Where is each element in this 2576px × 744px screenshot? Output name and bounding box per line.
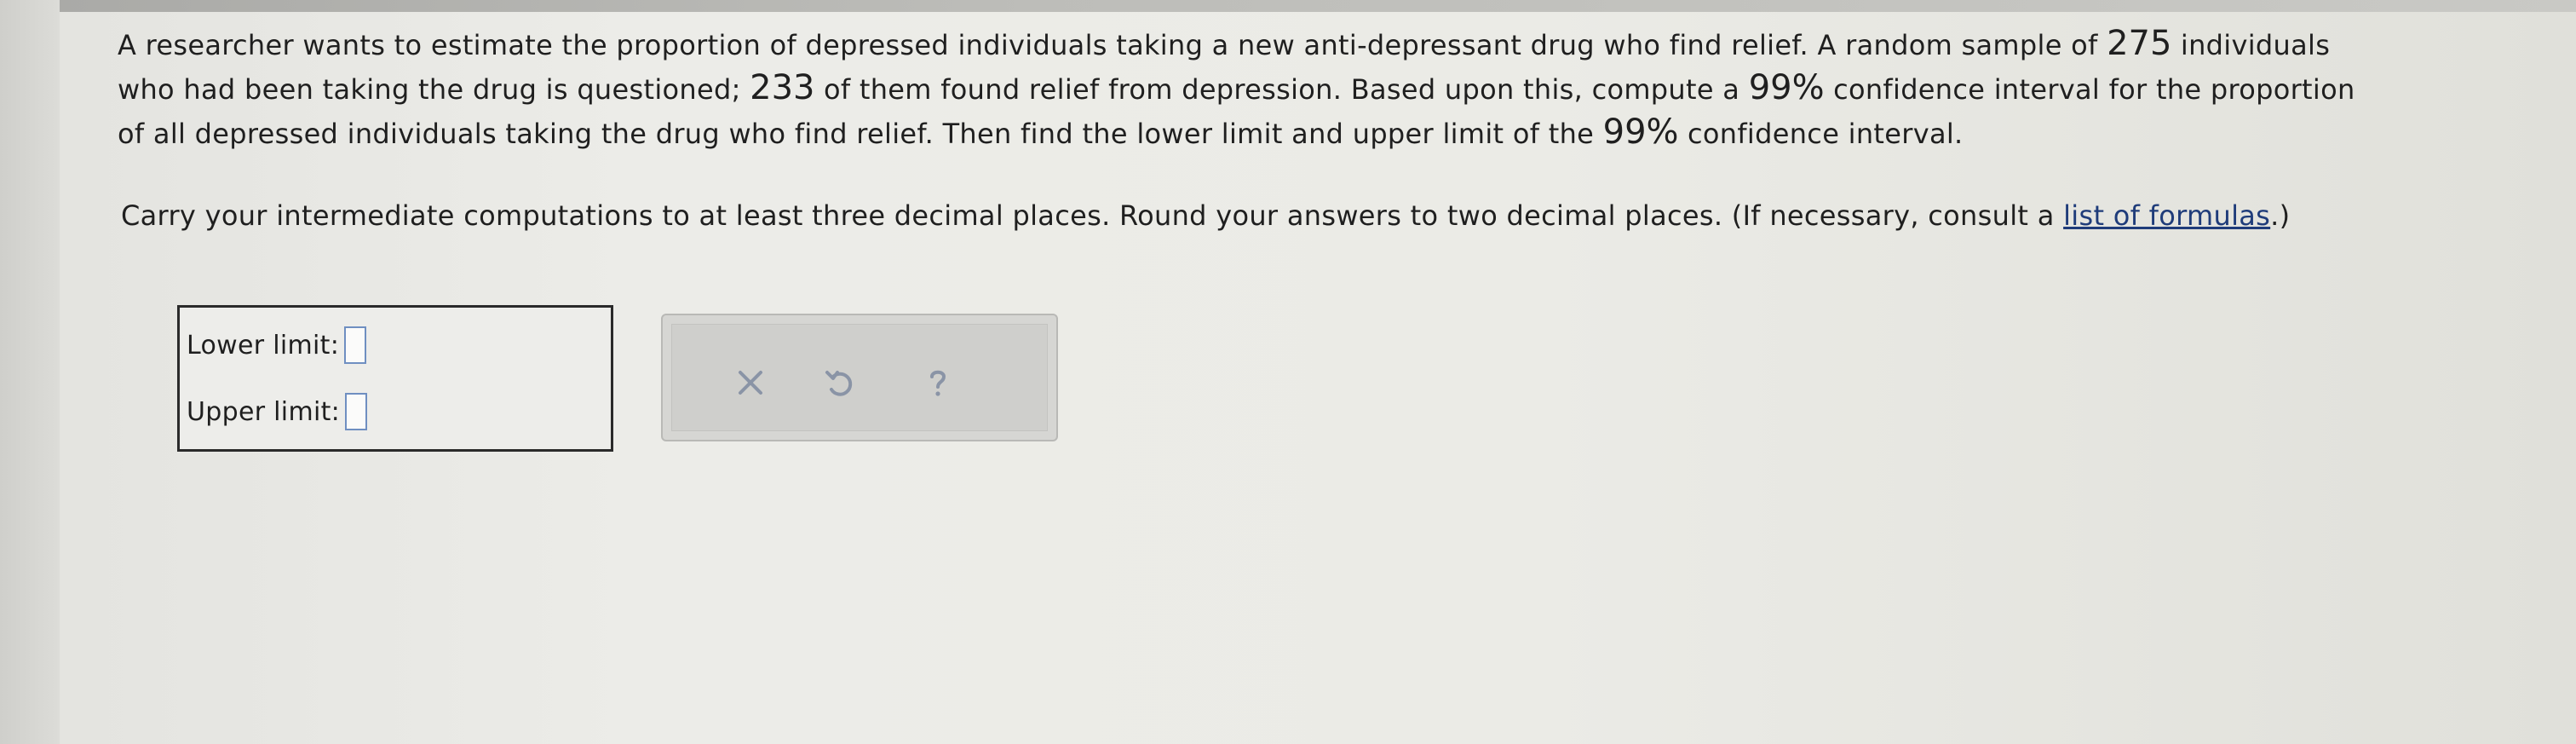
question-line-1: A researcher wants to estimate the propo… (118, 22, 2520, 66)
question-line-2-middle: of them found relief from depression. Ba… (814, 73, 1749, 106)
question-line-2: who had been taking the drug is question… (118, 66, 2520, 111)
undo-button[interactable] (822, 366, 856, 400)
screen-left-edge (0, 0, 60, 744)
lower-limit-input[interactable] (344, 326, 367, 364)
sample-size: 275 (2107, 24, 2172, 63)
upper-limit-input[interactable] (345, 393, 368, 430)
question-line-3: of all depressed individuals taking the … (118, 111, 2520, 155)
question-text: A researcher wants to estimate the propo… (118, 22, 2520, 155)
instructions-text: Carry your intermediate computations to … (121, 194, 2523, 237)
question-line-1-end: individuals (2171, 29, 2331, 61)
lower-limit-row: Lower limit: (187, 326, 367, 364)
successes-count: 233 (750, 68, 815, 107)
upper-limit-label: Upper limit: (187, 396, 341, 427)
formulas-link[interactable]: list of formulas (2063, 199, 2270, 232)
question-line-3-end: confidence interval. (1678, 118, 1964, 150)
clear-button[interactable] (733, 366, 768, 400)
question-line-1-text: A researcher wants to estimate the propo… (118, 29, 2107, 61)
x-icon (739, 371, 762, 395)
upper-limit-row: Upper limit: (187, 393, 368, 430)
instructions-end: .) (2270, 199, 2291, 232)
confidence-level-repeat: 99% (1602, 112, 1679, 152)
screen-top-edge (0, 0, 2576, 12)
help-button[interactable] (921, 366, 955, 400)
answer-tools (661, 314, 1058, 441)
lower-limit-label: Lower limit: (187, 330, 340, 360)
question-line-2-text: who had been taking the drug is question… (118, 73, 750, 106)
question-line-3-text: of all depressed individuals taking the … (118, 118, 1603, 150)
instructions-body: Carry your intermediate computations to … (121, 199, 2064, 232)
undo-icon (825, 371, 853, 396)
answer-tools-panel (671, 324, 1048, 431)
question-icon (930, 370, 946, 396)
answer-box: Lower limit: Upper limit: (177, 305, 613, 452)
question-line-2-end: confidence interval for the proportion (1824, 73, 2355, 106)
confidence-level: 99% (1748, 68, 1825, 107)
